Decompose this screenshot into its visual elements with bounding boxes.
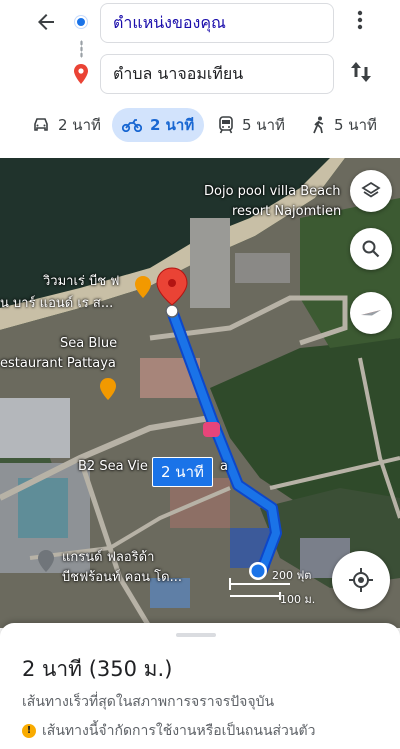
scale-meters: 100 ม.: [280, 593, 316, 606]
route-summary-sheet[interactable]: 2 นาที (350 ม.) เส้นทางเร็วที่สุดในสภาพก…: [0, 623, 400, 749]
mode-tab-motorcycle[interactable]: 2 นาที: [112, 108, 205, 142]
transit-icon: [219, 116, 233, 134]
mode-label: 2 นาที: [150, 116, 195, 134]
warning-icon: !: [22, 724, 36, 738]
scale-feet: 200 ฟุต: [272, 569, 312, 582]
map-view[interactable]: Dojo pool villa Beach resort Najomtien ว…: [0, 158, 400, 628]
destination-pin-icon: [74, 64, 88, 88]
map-label-wimarn-2: น บาร์ แอนด์ เร ส...: [0, 296, 114, 311]
map-label-sea-blue[interactable]: Sea Blue: [60, 336, 117, 351]
mode-label: 5 นาที: [334, 116, 377, 134]
eta-distance: (350 ม.): [88, 657, 173, 681]
map-label-dojo[interactable]: Dojo pool villa Beach: [204, 184, 340, 199]
compass-icon: [361, 310, 381, 316]
origin-input[interactable]: ตำแหน่งของคุณ: [100, 3, 334, 43]
map-label-wimarn[interactable]: วิวมาเร่ บีช ฟ: [43, 270, 119, 291]
mode-label: 2 นาที: [58, 116, 101, 134]
travel-mode-tabs: 2 นาที 2 นาที 5 นาที 5 นาที: [0, 108, 400, 144]
destination-input[interactable]: ตำบล นาจอมเทียน: [100, 54, 334, 94]
layers-button[interactable]: [350, 170, 392, 212]
eta-time: 2 นาที: [22, 657, 83, 681]
my-location-button[interactable]: [332, 551, 390, 609]
route-warning: ! เส้นทางนี้จำกัดการใช้งานหรือเป็นถนนส่ว…: [22, 720, 315, 742]
arrow-left-icon: [38, 14, 54, 30]
satellite-map: [0, 158, 400, 628]
route-subtitle: เส้นทางเร็วที่สุดในสภาพการจราจรปัจจุบัน: [22, 694, 275, 710]
walk-icon: [313, 116, 324, 134]
map-label-grand-florida-2: บีชฟร้อนท์ คอน โด...: [62, 570, 183, 585]
drag-handle[interactable]: [176, 633, 216, 637]
map-label-grand-florida[interactable]: แกรนด์ ฟลอริด้า: [62, 546, 154, 567]
scale-bar: 200 ฟุต 100 ม.: [228, 566, 316, 606]
more-options-button[interactable]: [352, 10, 368, 36]
search-map-button[interactable]: [350, 228, 392, 270]
route-duration-badge[interactable]: 2 นาที: [152, 457, 213, 487]
mode-tab-walk[interactable]: 5 นาที: [302, 108, 387, 142]
eta-summary: 2 นาที (350 ม.): [22, 653, 172, 686]
compass-button[interactable]: [350, 292, 392, 334]
swap-button[interactable]: [348, 60, 374, 88]
my-location-icon: [349, 568, 373, 592]
map-label-b2-tail: a: [220, 459, 228, 474]
mode-label: 5 นาที: [242, 116, 285, 134]
more-vert-icon: [357, 10, 363, 30]
swap-vert-icon: [351, 62, 371, 82]
mode-tab-car[interactable]: 2 นาที: [22, 108, 111, 142]
map-label-sea-blue-2: estaurant Pattaya: [0, 356, 116, 371]
map-label-dojo-2: resort Najomtien: [232, 204, 342, 219]
back-button[interactable]: [34, 10, 60, 36]
route-connector: [80, 40, 83, 58]
warning-text: เส้นทางนี้จำกัดการใช้งานหรือเป็นถนนส่วนต…: [42, 723, 316, 739]
search-icon: [362, 240, 380, 258]
motorcycle-icon: [122, 119, 142, 132]
map-label-b2[interactable]: B2 Sea Vie: [78, 459, 148, 474]
car-icon: [34, 118, 48, 131]
directions-panel: ตำแหน่งของคุณ ตำบล นาจอมเทียน 2 นาที 2 น…: [0, 0, 400, 158]
origin-dot-icon: [75, 16, 87, 28]
mode-tab-transit[interactable]: 5 นาที: [208, 108, 295, 142]
layers-icon: [361, 181, 381, 198]
